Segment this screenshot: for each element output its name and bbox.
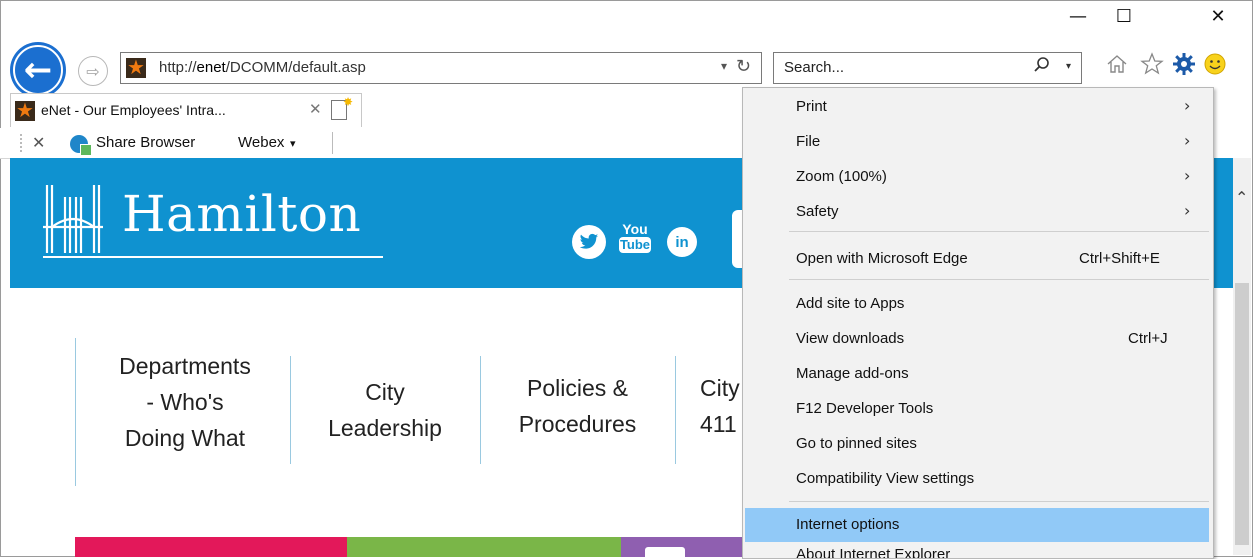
menu-shortcut: Ctrl+Shift+E bbox=[1079, 250, 1160, 267]
back-button[interactable]: ← bbox=[10, 42, 66, 98]
linkedin-icon[interactable]: in bbox=[667, 227, 697, 257]
logo-underline bbox=[43, 256, 383, 258]
scroll-thumb[interactable] bbox=[1235, 283, 1249, 545]
search-icon[interactable] bbox=[1033, 56, 1051, 79]
address-dropdown-icon[interactable]: ▾ bbox=[721, 59, 727, 73]
favorites-star-icon[interactable] bbox=[1140, 52, 1164, 82]
submenu-arrow-icon: › bbox=[1184, 96, 1191, 115]
minimize-button[interactable]: — bbox=[1055, 0, 1101, 32]
close-window-button[interactable]: ✕ bbox=[1195, 0, 1241, 32]
menu-separator bbox=[789, 231, 1209, 232]
tab-favicon-icon bbox=[15, 98, 35, 122]
menu-separator bbox=[789, 279, 1209, 280]
maximize-button[interactable]: ☐ bbox=[1101, 0, 1147, 32]
menu-item-add-site-to-apps[interactable]: Add site to Apps bbox=[743, 287, 1209, 321]
menu-item-print[interactable]: Print › bbox=[743, 90, 1209, 124]
address-url[interactable]: http://enet/DCOMM/default.asp bbox=[159, 59, 366, 76]
sparkle-icon: ✸ bbox=[343, 95, 354, 109]
nav-policies-link[interactable]: Policies & Procedures bbox=[490, 370, 665, 442]
nav-city-leadership-link[interactable]: City Leadership bbox=[300, 374, 470, 446]
tile-green[interactable] bbox=[347, 537, 621, 557]
nav-city-411-link[interactable]: City 411 bbox=[700, 370, 740, 442]
search-box[interactable]: Search... ▾ bbox=[773, 52, 1082, 84]
site-favicon-icon bbox=[126, 55, 146, 79]
home-icon[interactable] bbox=[1105, 52, 1129, 82]
menu-shortcut: Ctrl+J bbox=[1128, 330, 1168, 347]
menu-item-compatibility-view-settings[interactable]: Compatibility View settings bbox=[743, 462, 1209, 496]
browser-tab[interactable]: eNet - Our Employees' Intra... ✕ bbox=[10, 93, 362, 127]
nav-divider bbox=[675, 356, 676, 464]
tools-menu: Print › File › Zoom (100%) › Safety › Open w… bbox=[742, 87, 1214, 559]
menu-item-go-to-pinned-sites[interactable]: Go to pinned sites bbox=[743, 427, 1209, 461]
hamilton-logo-icon[interactable] bbox=[43, 183, 103, 255]
toolbar-grip[interactable] bbox=[20, 134, 24, 152]
search-input[interactable]: Search... bbox=[784, 59, 844, 76]
menu-item-open-with-edge[interactable]: Open with Microsoft Edge Ctrl+Shift+E bbox=[743, 242, 1209, 276]
scroll-up-icon[interactable]: ⌃ bbox=[1235, 188, 1248, 207]
back-arrow-icon: ← bbox=[23, 50, 53, 90]
menu-item-zoom[interactable]: Zoom (100%) › bbox=[743, 160, 1209, 194]
youtube-icon[interactable]: You Tube bbox=[619, 221, 651, 261]
submenu-arrow-icon: › bbox=[1184, 166, 1191, 185]
tools-gear-icon[interactable] bbox=[1172, 52, 1196, 82]
tile-pink[interactable] bbox=[75, 537, 347, 557]
webex-dropdown-icon[interactable]: ▾ bbox=[290, 137, 296, 150]
menu-item-view-downloads[interactable]: View downloads Ctrl+J bbox=[743, 322, 1209, 356]
menu-separator bbox=[789, 501, 1209, 502]
submenu-arrow-icon: › bbox=[1184, 131, 1191, 150]
menu-item-safety[interactable]: Safety › bbox=[743, 195, 1209, 229]
share-browser-icon[interactable] bbox=[70, 135, 92, 156]
twitter-icon[interactable] bbox=[572, 225, 606, 259]
hamilton-logo-text[interactable]: Hamilton bbox=[122, 185, 361, 243]
refresh-icon[interactable]: ↻ bbox=[736, 56, 751, 77]
forward-button[interactable]: ⇨ bbox=[78, 56, 108, 86]
menu-item-manage-add-ons[interactable]: Manage add-ons bbox=[743, 357, 1209, 391]
vertical-scrollbar[interactable]: ⌃ bbox=[1233, 158, 1251, 555]
tile-icon bbox=[645, 547, 685, 557]
forward-arrow-icon: ⇨ bbox=[86, 61, 100, 81]
search-dropdown-icon[interactable]: ▾ bbox=[1066, 61, 1071, 72]
toolbar-divider bbox=[332, 132, 333, 154]
close-toolbar-icon[interactable]: ✕ bbox=[32, 133, 45, 152]
menu-item-file[interactable]: File › bbox=[743, 125, 1209, 159]
close-tab-icon[interactable]: ✕ bbox=[309, 100, 322, 118]
menu-item-about-ie[interactable]: About Internet Explorer bbox=[743, 544, 1209, 558]
smiley-feedback-icon[interactable] bbox=[1203, 52, 1227, 82]
share-browser-link[interactable]: Share Browser bbox=[96, 134, 195, 151]
nav-divider bbox=[480, 356, 481, 464]
address-bar[interactable]: http://enet/DCOMM/default.asp ▾ ↻ bbox=[120, 52, 762, 84]
nav-divider bbox=[290, 356, 291, 464]
nav-divider bbox=[75, 338, 76, 486]
menu-item-internet-options[interactable]: Internet options bbox=[745, 508, 1209, 542]
new-tab-button[interactable]: ✸ bbox=[325, 95, 355, 123]
nav-departments-link[interactable]: Departments - Who's Doing What bbox=[90, 348, 280, 456]
webex-link[interactable]: Webex bbox=[238, 134, 284, 151]
tab-title: eNet - Our Employees' Intra... bbox=[41, 102, 226, 118]
menu-item-f12-developer-tools[interactable]: F12 Developer Tools bbox=[743, 392, 1209, 426]
submenu-arrow-icon: › bbox=[1184, 201, 1191, 220]
